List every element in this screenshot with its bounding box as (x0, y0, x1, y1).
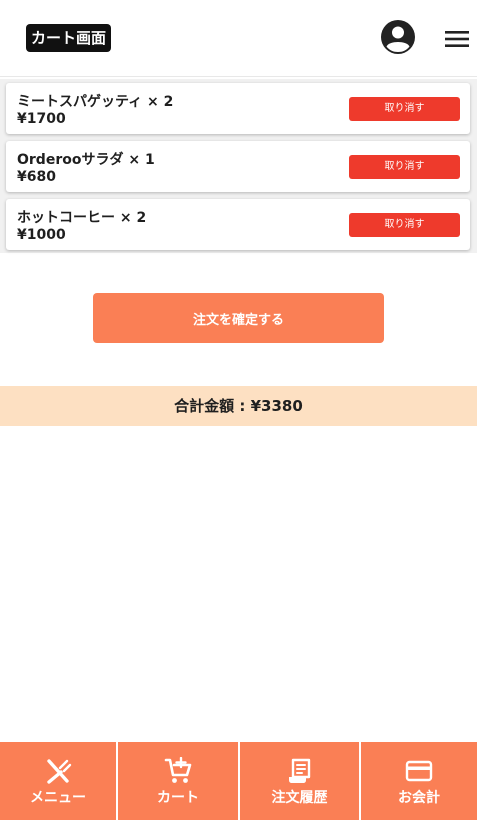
cancel-button[interactable]: 取り消す (349, 97, 460, 121)
cart-icon (164, 757, 192, 783)
hamburger-menu-icon[interactable] (445, 30, 469, 48)
cart-item: ホットコーヒー × 2 ¥1000 取り消す (6, 199, 470, 250)
item-name: ホットコーヒー × 2 (17, 210, 147, 226)
account-circle-icon[interactable] (381, 20, 415, 54)
item-name: ミートスパゲッティ × 2 (17, 94, 174, 110)
cart-list: ミートスパゲッティ × 2 ¥1700 取り消す Orderooサラダ × 1 … (0, 79, 477, 253)
total-amount: 合計金額 : ¥3380 (0, 386, 477, 426)
nav-label: 注文履歴 (271, 790, 328, 806)
app-header: カート画面 (0, 0, 477, 77)
nav-cart[interactable]: カート (118, 742, 238, 820)
cart-item: Orderooサラダ × 1 ¥680 取り消す (6, 141, 470, 192)
page-title: カート画面 (26, 24, 112, 52)
cart-item: ミートスパゲッティ × 2 ¥1700 取り消す (6, 83, 470, 134)
item-price: ¥680 (17, 169, 56, 185)
cancel-button[interactable]: 取り消す (349, 155, 460, 179)
item-name: Orderooサラダ × 1 (17, 152, 155, 168)
nav-label: メニュー (30, 790, 86, 806)
receipt-icon (288, 758, 310, 783)
bottom-nav: メニュー カート 注文履歴 お会計 (0, 742, 477, 820)
confirm-order-button[interactable]: 注文を確定する (93, 293, 384, 343)
cancel-button[interactable]: 取り消す (349, 213, 460, 237)
nav-order-history[interactable]: 注文履歴 (240, 742, 359, 820)
item-price: ¥1000 (17, 227, 66, 243)
fork-knife-icon (47, 759, 72, 784)
nav-checkout[interactable]: お会計 (361, 742, 477, 820)
nav-label: お会計 (398, 790, 440, 806)
credit-card-icon (405, 760, 433, 782)
nav-menu[interactable]: メニュー (0, 742, 116, 820)
nav-label: カート (157, 790, 199, 806)
item-price: ¥1700 (17, 111, 66, 127)
